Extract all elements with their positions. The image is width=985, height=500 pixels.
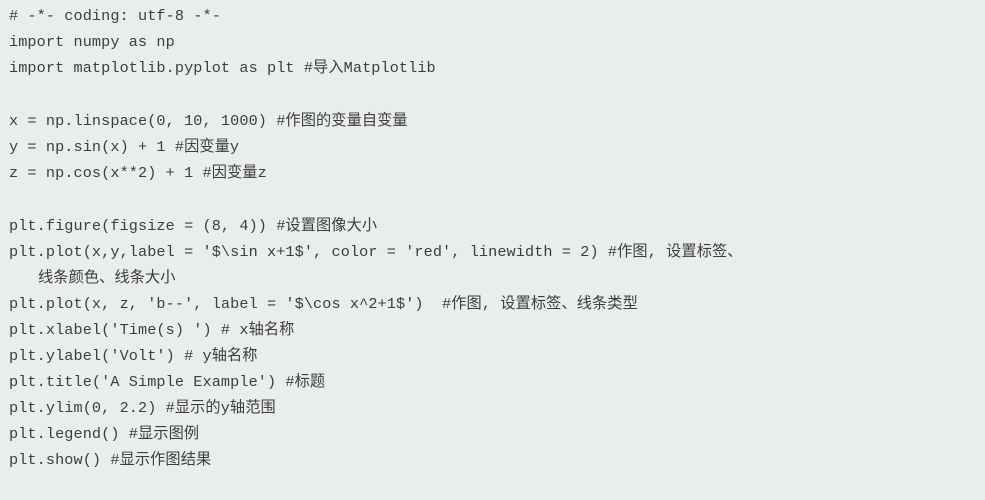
code-line-17: plt.show() #显示作图结果 xyxy=(9,451,212,469)
code-line-2: import numpy as np xyxy=(9,33,175,51)
code-line-7: z = np.cos(x**2) + 1 #因变量z xyxy=(9,164,267,182)
code-line-14: plt.title('A Simple Example') #标题 xyxy=(9,373,326,391)
code-line-13: plt.ylabel('Volt') # y轴名称 xyxy=(9,347,258,365)
blank-line-2 xyxy=(9,186,985,213)
code-line-15: plt.ylim(0, 2.2) #显示的y轴范围 xyxy=(9,399,276,417)
code-line-1: # -*- coding: utf-8 -*- xyxy=(9,7,221,25)
code-line-9: plt.figure(figsize = (8, 4)) #设置图像大小 xyxy=(9,217,378,235)
code-line-3: import matplotlib.pyplot as plt #导入Matpl… xyxy=(9,59,436,77)
code-line-10: plt.plot(x,y,label = '$\sin x+1$', color… xyxy=(9,243,743,261)
code-line-10-continuation: 线条颜色、线条大小 xyxy=(38,269,176,287)
code-line-11: plt.plot(x, z, 'b--', label = '$\cos x^2… xyxy=(9,295,638,313)
code-line-12: plt.xlabel('Time(s) ') # x轴名称 xyxy=(9,321,295,339)
code-line-6: y = np.sin(x) + 1 #因变量y xyxy=(9,138,240,156)
code-line-16: plt.legend() #显示图例 xyxy=(9,425,200,443)
code-line-5: x = np.linspace(0, 10, 1000) #作图的变量自变量 xyxy=(9,112,408,130)
code-listing: # -*- coding: utf-8 -*- import numpy as … xyxy=(0,0,985,500)
blank-line-1 xyxy=(9,81,985,108)
